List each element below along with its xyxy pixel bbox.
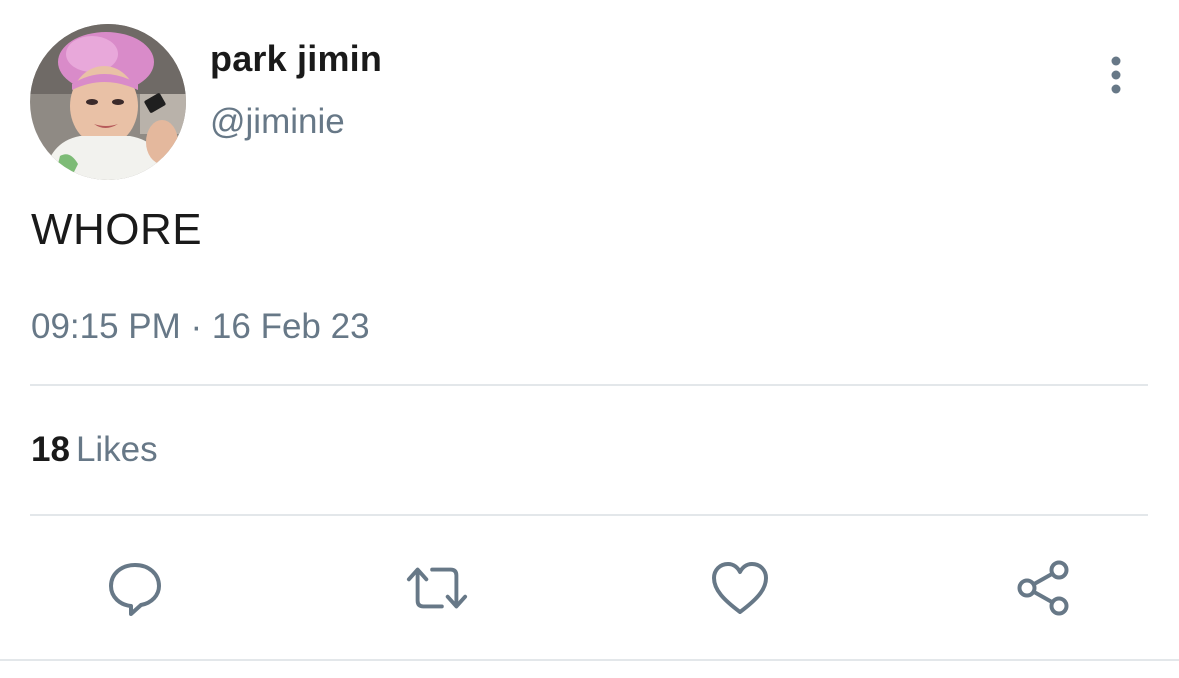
likes-count-row[interactable]: 18 Likes [31, 430, 158, 470]
share-icon [1017, 560, 1069, 616]
avatar[interactable] [30, 24, 186, 180]
divider [0, 659, 1179, 661]
more-options-button[interactable] [1098, 52, 1134, 100]
likes-label: Likes [75, 430, 158, 469]
retweet-icon [406, 567, 468, 609]
username-handle[interactable]: @jiminie [210, 102, 345, 142]
more-vertical-icon [1111, 56, 1121, 94]
reply-button[interactable] [103, 556, 167, 620]
divider [30, 514, 1148, 516]
avatar-image [30, 24, 186, 180]
display-name[interactable]: park jimin [210, 38, 382, 80]
share-button[interactable] [1011, 556, 1075, 620]
heart-icon [712, 562, 768, 614]
retweet-button[interactable] [405, 556, 469, 620]
tweet-detail: park jimin @jiminie WHORE 09:15 PM · 16 … [0, 0, 1179, 678]
reply-icon [109, 563, 161, 616]
tweet-timestamp[interactable]: 09:15 PM · 16 Feb 23 [31, 307, 370, 347]
likes-count: 18 [31, 430, 70, 469]
divider [30, 384, 1148, 386]
tweet-text: WHORE [31, 205, 203, 254]
like-button[interactable] [708, 556, 772, 620]
